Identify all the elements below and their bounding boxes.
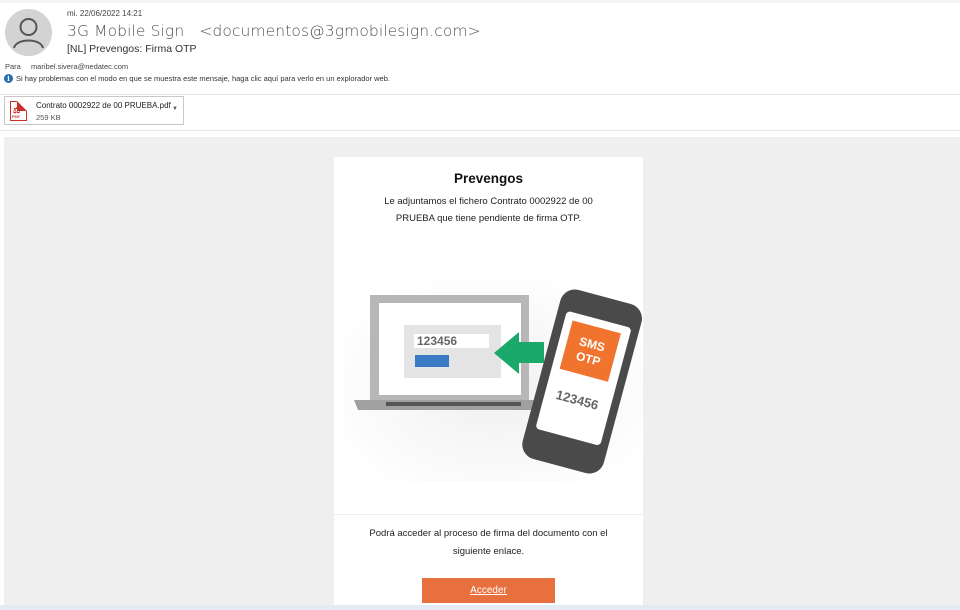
screen-button bbox=[415, 355, 449, 367]
pdf-icon: ⚖ PDF bbox=[10, 101, 27, 121]
email-date: mi. 22/06/2022 14:21 bbox=[67, 9, 143, 18]
email-card: Prevengos Le adjuntamos el fichero Contr… bbox=[334, 157, 643, 610]
header-divider bbox=[0, 94, 960, 95]
email-subject: [NL] Prevengos: Firma OTP bbox=[67, 43, 197, 55]
to-value[interactable]: maribel.sivera@nedatec.com bbox=[31, 62, 128, 71]
email-sender[interactable]: 3G Mobile Sign <documentos@3gmobilesign.… bbox=[67, 22, 481, 40]
to-label: Para bbox=[5, 62, 21, 71]
info-message[interactable]: Si hay problemas con el modo en que se m… bbox=[16, 74, 390, 83]
info-bar[interactable]: i Si hay problemas con el modo en que se… bbox=[4, 74, 390, 83]
card-divider bbox=[334, 514, 643, 515]
card-title: Prevengos bbox=[453, 171, 524, 186]
otp-illustration: 123456 SMS OTP 123456 bbox=[344, 277, 643, 482]
info-icon: i bbox=[4, 74, 13, 83]
person-icon bbox=[5, 9, 52, 56]
attachment-divider bbox=[0, 130, 960, 131]
screen-code: 123456 bbox=[417, 334, 457, 348]
access-button[interactable]: Acceder bbox=[422, 578, 555, 603]
chevron-down-icon[interactable]: ▼ bbox=[172, 106, 178, 112]
card-intro-text: Le adjuntamos el fichero Contrato 000292… bbox=[384, 196, 593, 224]
attachment-chip[interactable]: ⚖ PDF Contrato 0002922 de 00 PRUEBA.pdf … bbox=[4, 96, 184, 125]
card-access-text: Podrá acceder al proceso de firma del do… bbox=[369, 528, 608, 557]
sender-avatar bbox=[5, 9, 52, 56]
attachment-size: 259 KB bbox=[36, 113, 61, 122]
attachment-name: Contrato 0002922 de 00 PRUEBA.pdf bbox=[36, 101, 171, 110]
window-bottom-strip bbox=[0, 605, 960, 610]
window-top-strip bbox=[0, 0, 960, 3]
email-recipients: Para maribel.sivera@nedatec.com bbox=[5, 62, 128, 71]
